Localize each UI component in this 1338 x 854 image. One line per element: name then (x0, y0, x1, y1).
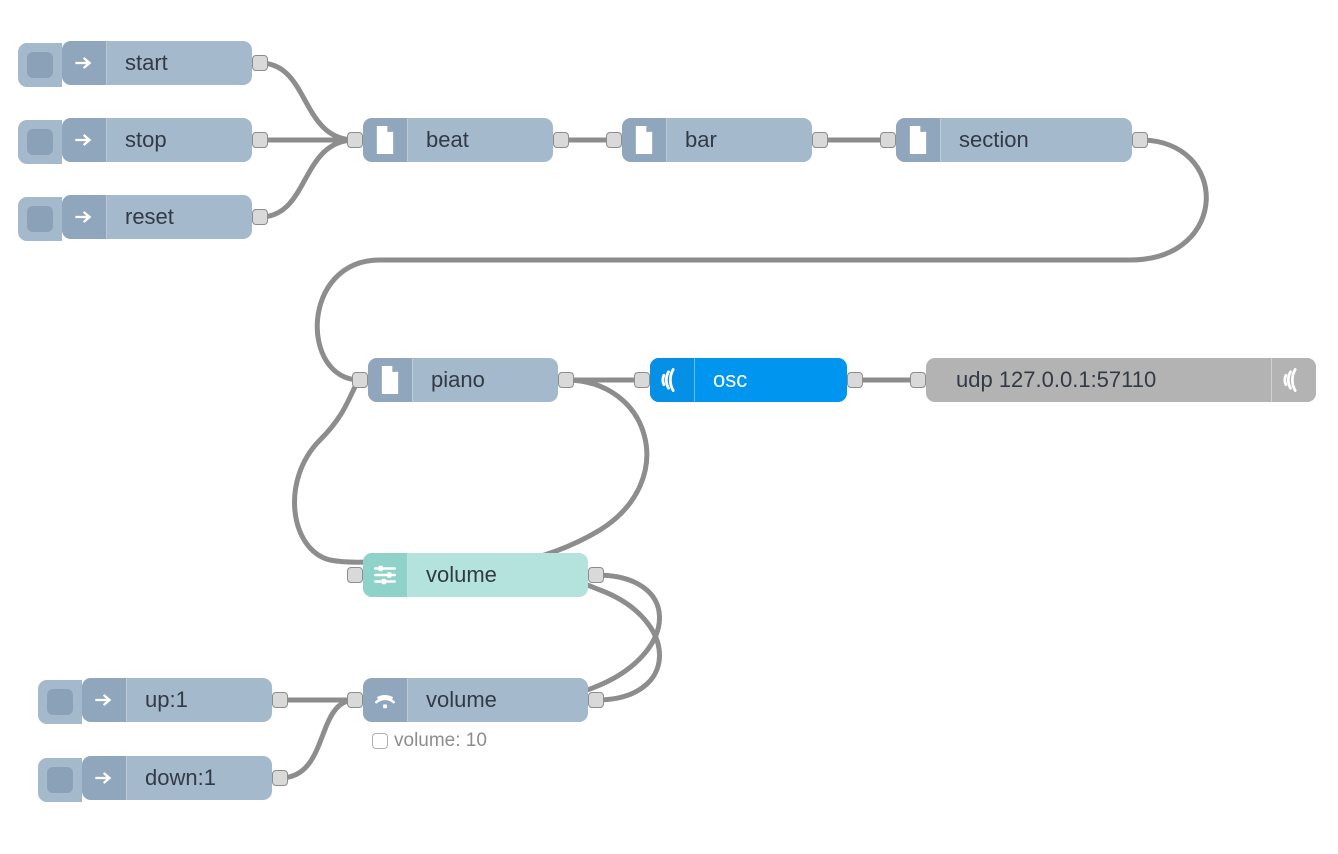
port-volumeSlider-out[interactable] (588, 567, 604, 583)
port-osc-out[interactable] (847, 372, 863, 388)
file-icon (622, 118, 667, 162)
node-label: piano (413, 367, 558, 393)
node-label: up:1 (127, 687, 272, 713)
node-label: stop (107, 127, 252, 153)
node-status: volume: 10 (372, 730, 487, 752)
node-bar[interactable]: bar (622, 118, 812, 162)
inject-arrow-icon (62, 41, 107, 85)
port-bar-in[interactable] (606, 132, 622, 148)
node-volume-link[interactable]: volume (363, 678, 588, 722)
osc-wave-icon (1271, 358, 1316, 402)
node-udp[interactable]: udp 127.0.0.1:57110 (926, 358, 1316, 402)
file-icon (368, 358, 413, 402)
port-volumeLink-out[interactable] (588, 692, 604, 708)
port-down-out[interactable] (272, 770, 288, 786)
inject-arrow-icon (82, 678, 127, 722)
node-up[interactable]: up:1 (82, 678, 272, 722)
inject-button-reset[interactable] (18, 197, 62, 241)
port-start-out[interactable] (252, 55, 268, 71)
osc-wave-icon (650, 358, 695, 402)
node-beat[interactable]: beat (363, 118, 553, 162)
port-udp-in[interactable] (910, 372, 926, 388)
port-section-out[interactable] (1132, 132, 1148, 148)
port-osc-in[interactable] (634, 372, 650, 388)
port-up-out[interactable] (272, 692, 288, 708)
inject-button-down[interactable] (38, 758, 82, 802)
node-volume-slider[interactable]: volume (363, 553, 588, 597)
port-piano-out[interactable] (558, 372, 574, 388)
node-label: reset (107, 204, 252, 230)
link-wave-icon (363, 678, 408, 722)
node-reset[interactable]: reset (62, 195, 252, 239)
inject-arrow-icon (62, 195, 107, 239)
inject-button-start[interactable] (18, 43, 62, 87)
node-label: volume (408, 562, 588, 588)
node-label: udp 127.0.0.1:57110 (926, 367, 1271, 393)
status-text: volume: 10 (394, 730, 487, 752)
port-piano-in[interactable] (352, 372, 368, 388)
file-icon (363, 118, 408, 162)
port-reset-out[interactable] (252, 209, 268, 225)
status-indicator-icon (372, 733, 388, 749)
node-label: osc (695, 367, 847, 393)
inject-arrow-icon (62, 118, 107, 162)
sliders-icon (363, 553, 408, 597)
node-label: volume (408, 687, 588, 713)
node-label: beat (408, 127, 553, 153)
inject-arrow-icon (82, 756, 127, 800)
inject-button-up[interactable] (38, 680, 82, 724)
node-label: bar (667, 127, 812, 153)
node-label: down:1 (127, 765, 272, 791)
node-start[interactable]: start (62, 41, 252, 85)
port-beat-out[interactable] (553, 132, 569, 148)
node-down[interactable]: down:1 (82, 756, 272, 800)
node-stop[interactable]: stop (62, 118, 252, 162)
port-section-in[interactable] (880, 132, 896, 148)
file-icon (896, 118, 941, 162)
port-bar-out[interactable] (812, 132, 828, 148)
port-volumeLink-in[interactable] (347, 692, 363, 708)
node-piano[interactable]: piano (368, 358, 558, 402)
port-volumeSlider-in[interactable] (347, 567, 363, 583)
node-osc[interactable]: osc (650, 358, 847, 402)
port-beat-in[interactable] (347, 132, 363, 148)
node-section[interactable]: section (896, 118, 1132, 162)
node-label: section (941, 127, 1132, 153)
port-stop-out[interactable] (252, 132, 268, 148)
inject-button-stop[interactable] (18, 120, 62, 164)
node-label: start (107, 50, 252, 76)
